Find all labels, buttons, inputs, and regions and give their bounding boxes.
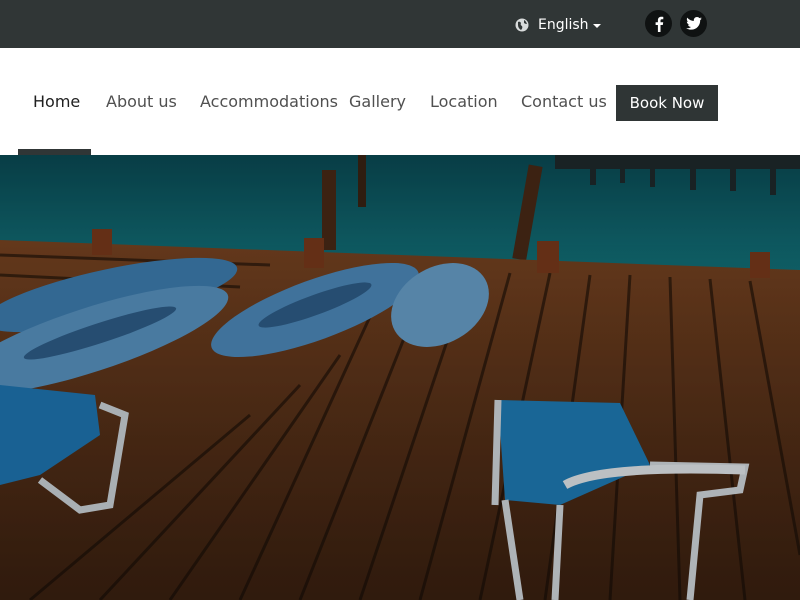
nav-item-home[interactable]: Home [33, 92, 80, 111]
twitter-button[interactable] [680, 10, 707, 37]
language-label: English [538, 17, 589, 33]
globe-icon [515, 18, 529, 32]
nav-item-location[interactable]: Location [430, 92, 498, 111]
chevron-down-icon [592, 24, 601, 28]
book-now-button[interactable]: Book Now [616, 85, 718, 121]
facebook-button[interactable] [645, 10, 672, 37]
language-selector[interactable]: English [515, 15, 601, 35]
main-navigation: Home About us Accommodations Gallery Loc… [0, 48, 800, 155]
nav-item-gallery[interactable]: Gallery [349, 92, 406, 111]
dock-kayak-scene [0, 155, 800, 600]
facebook-icon [655, 16, 663, 32]
nav-item-accommodations[interactable]: Accommodations [200, 92, 338, 111]
twitter-icon [685, 17, 702, 30]
top-bar: English [0, 0, 800, 48]
nav-item-about-us[interactable]: About us [106, 92, 177, 111]
hero-image [0, 155, 800, 600]
nav-item-contact-us[interactable]: Contact us [521, 92, 607, 111]
